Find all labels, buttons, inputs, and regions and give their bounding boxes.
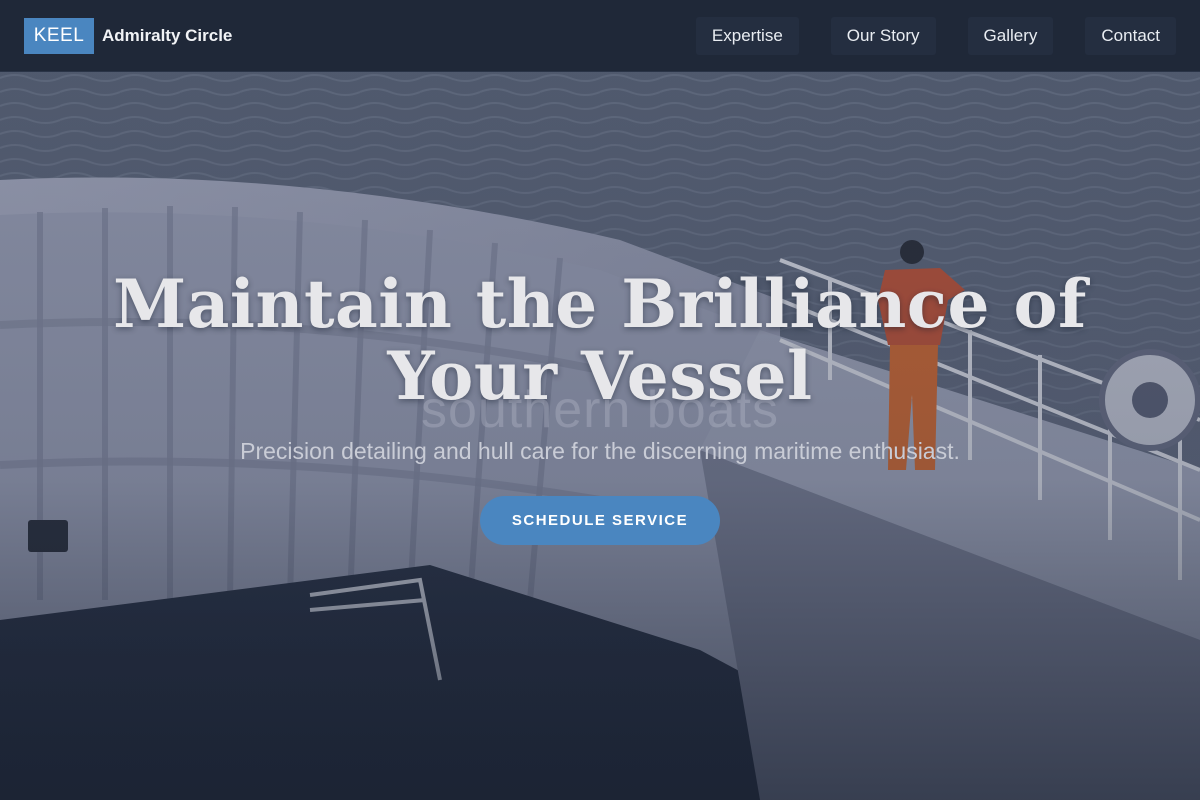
top-navbar: KEEL Admiralty Circle Expertise Our Stor… xyxy=(0,0,1200,72)
nav-item-contact[interactable]: Contact xyxy=(1085,16,1176,55)
nav-links: Expertise Our Story Gallery Contact xyxy=(695,16,1176,55)
nav-item-gallery[interactable]: Gallery xyxy=(967,16,1054,55)
nav-item-expertise[interactable]: Expertise xyxy=(695,16,799,55)
brand-badge: KEEL xyxy=(24,17,94,54)
brand-logo[interactable]: KEEL Admiralty Circle xyxy=(24,17,233,54)
hero-title-line-1: Maintain the Brilliance of xyxy=(113,265,1087,343)
image-watermark: southern boats xyxy=(420,381,780,439)
hero-subtitle: Precision detailing and hull care for th… xyxy=(240,438,960,464)
brand-name: Admiralty Circle xyxy=(102,25,233,45)
nav-item-our-story[interactable]: Our Story xyxy=(830,16,936,55)
schedule-service-button[interactable]: SCHEDULE SERVICE xyxy=(480,496,720,545)
